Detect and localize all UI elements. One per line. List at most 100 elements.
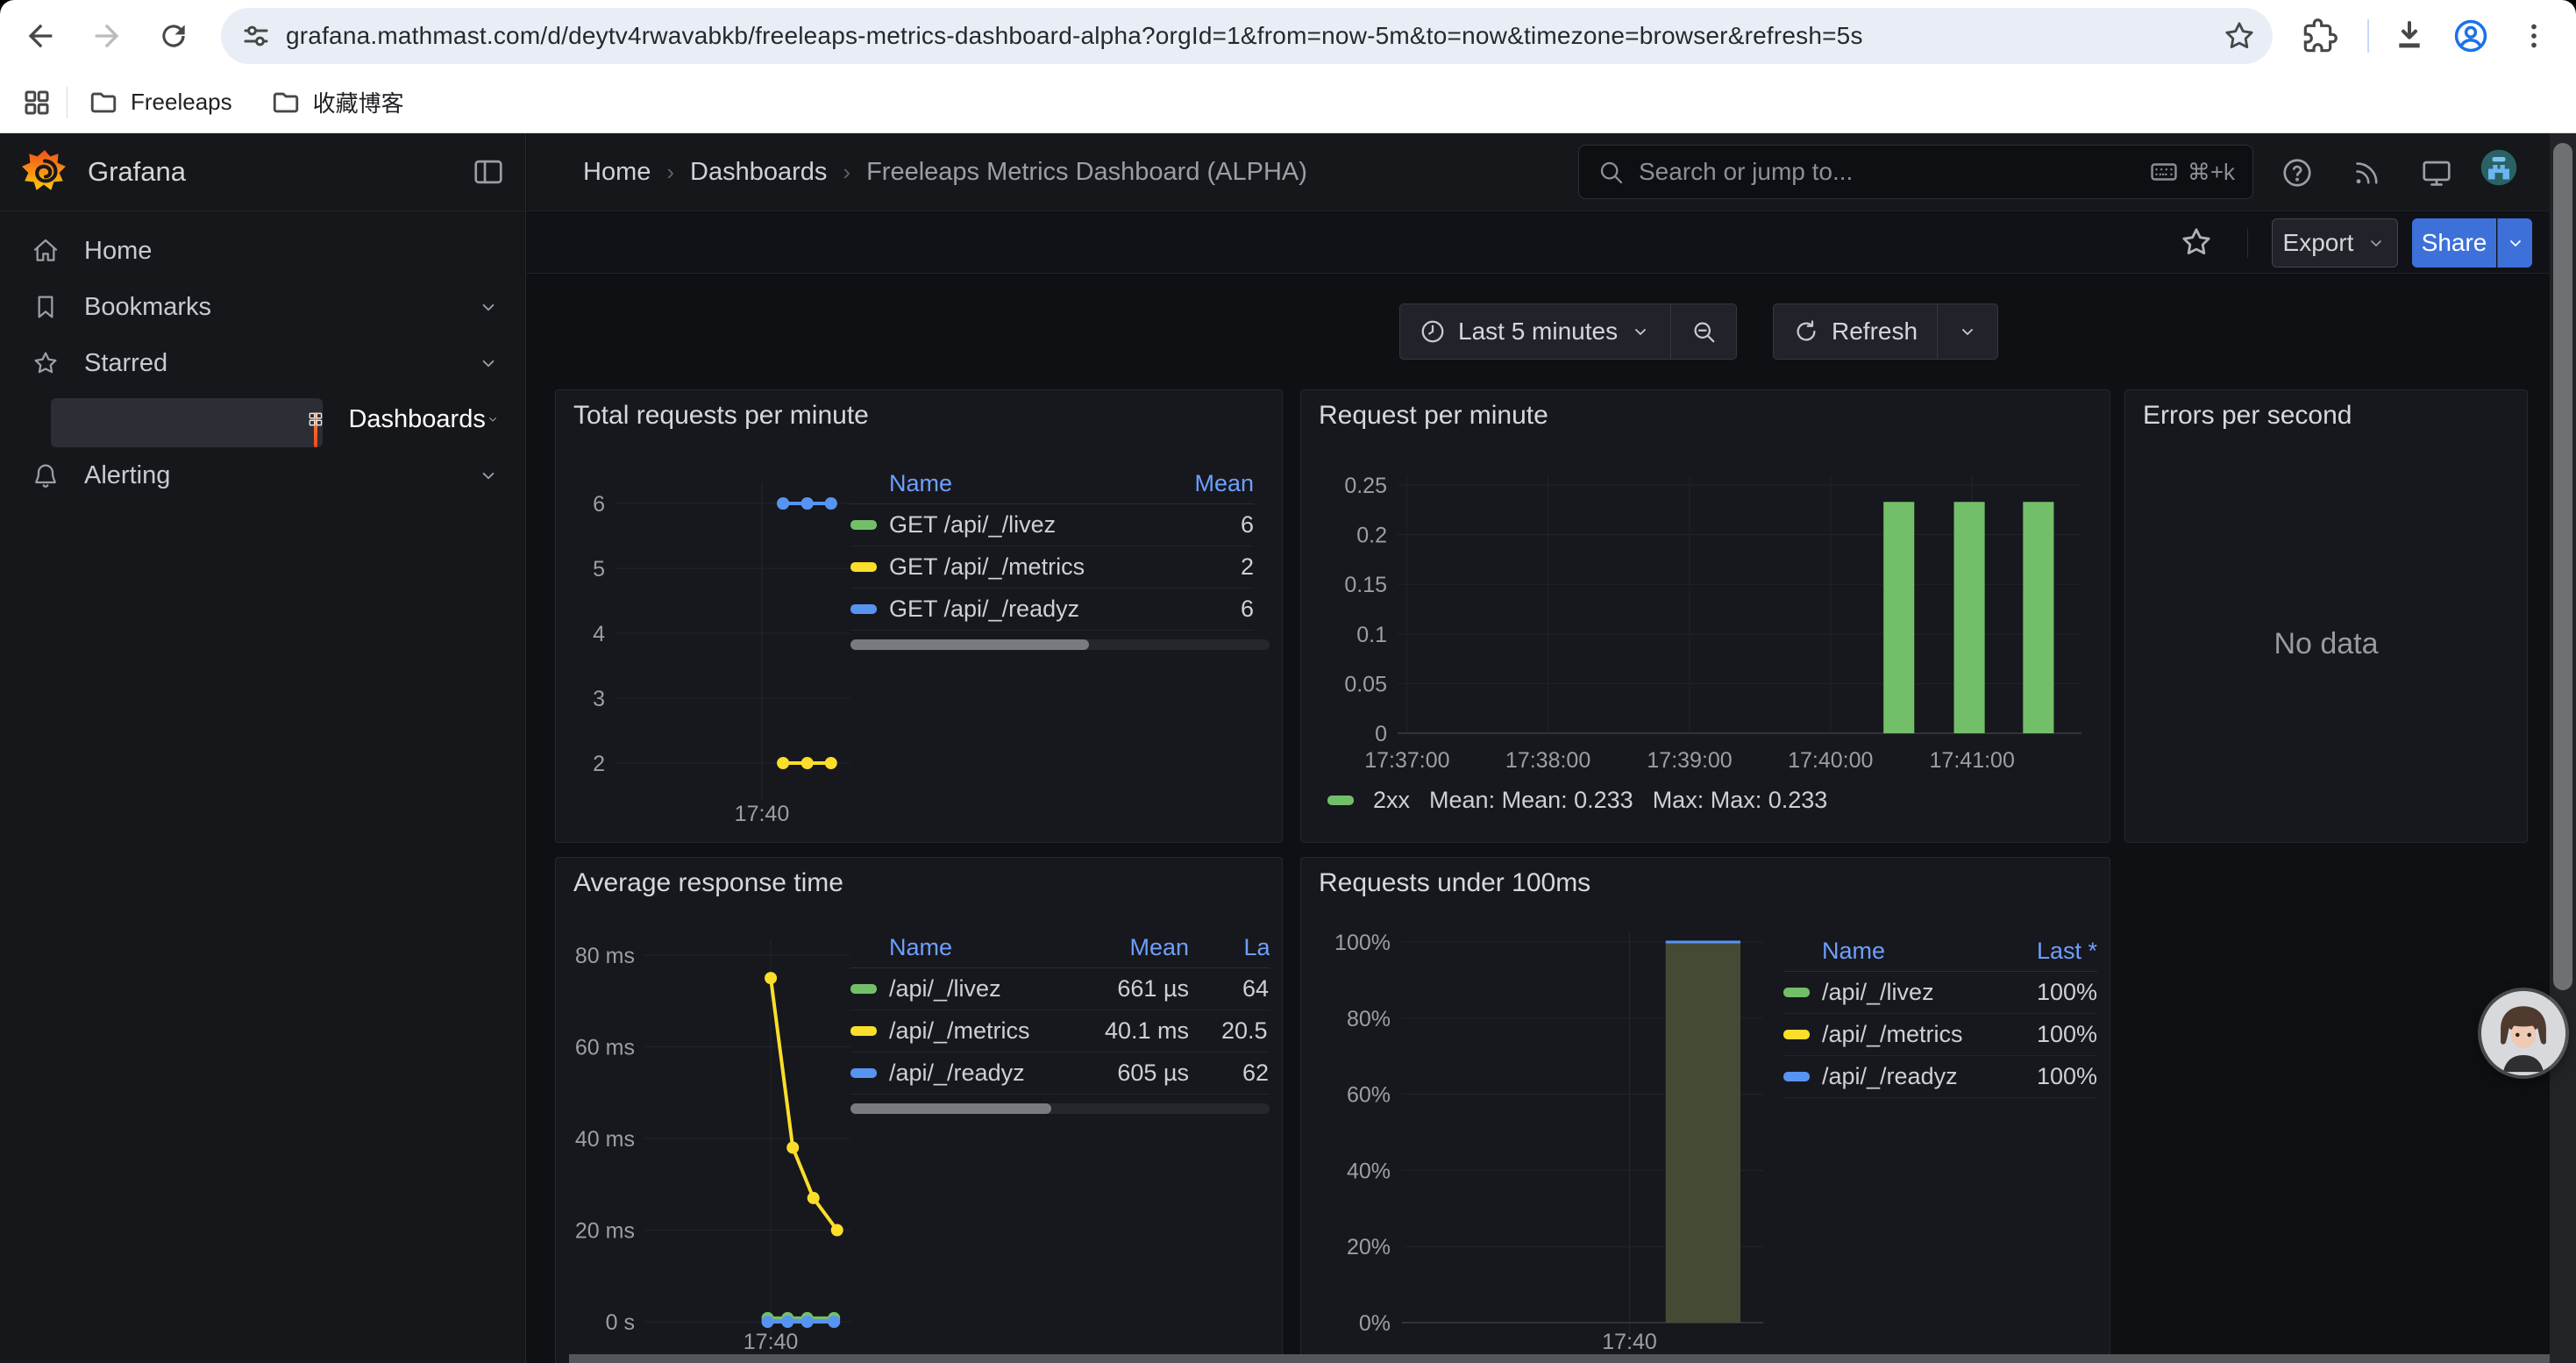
- bookmark-folder-blogs[interactable]: 收藏博客: [271, 86, 404, 118]
- legend-header-name[interactable]: Name: [889, 934, 1043, 961]
- breadcrumb-home[interactable]: Home: [583, 158, 651, 187]
- breadcrumb-separator: ›: [666, 159, 674, 186]
- legend-header-mean[interactable]: Mean: [1184, 470, 1254, 497]
- panel-title[interactable]: Total requests per minute: [573, 401, 869, 431]
- dashboard-toolbar: Export Share: [527, 212, 2576, 274]
- dock-menu-icon[interactable]: [472, 155, 505, 189]
- series-swatch: [850, 1068, 877, 1078]
- share-button[interactable]: Share: [2412, 218, 2496, 268]
- total-requests-chart[interactable]: 6543217:40: [561, 432, 856, 836]
- series-name[interactable]: /api/_/metrics: [1822, 1021, 2001, 1048]
- series-name[interactable]: GET /api/_/readyz: [889, 596, 1184, 623]
- url-bar[interactable]: grafana.mathmast.com/d/deytv4rwavabkb/fr…: [221, 8, 2273, 64]
- legend-header-name[interactable]: Name: [889, 470, 1184, 497]
- legend-row: /api/_/metrics 100%: [1783, 1014, 2097, 1056]
- series-name[interactable]: /api/_/readyz: [1822, 1063, 2001, 1090]
- dashboards-icon: [307, 405, 324, 433]
- breadcrumb-current: Freeleaps Metrics Dashboard (ALPHA): [866, 158, 1307, 187]
- legend-scrollbar[interactable]: [850, 1103, 1270, 1114]
- series-swatch: [850, 984, 877, 994]
- panel-request-per-minute: Request per minute 0.250.20.150.10.05017…: [1300, 389, 2110, 843]
- brand-title: Grafana: [88, 156, 472, 188]
- refresh-button[interactable]: Refresh: [1774, 304, 1937, 359]
- series-name[interactable]: GET /api/_/metrics: [889, 553, 1184, 581]
- user-avatar[interactable]: [2480, 149, 2517, 186]
- sidebar-header: Grafana: [0, 133, 526, 211]
- panel-title[interactable]: Requests under 100ms: [1319, 868, 1590, 898]
- legend-header-last[interactable]: Las: [1189, 934, 1270, 961]
- requests-under-100ms-chart[interactable]: 100%80%60%40%20%0%17:40: [1310, 900, 1783, 1363]
- extensions-icon[interactable]: [2301, 17, 2339, 55]
- help-icon[interactable]: [2279, 154, 2316, 191]
- chevron-down-icon[interactable]: [486, 408, 500, 431]
- grafana-logo[interactable]: [21, 148, 68, 196]
- series-name[interactable]: /api/_/livez: [889, 975, 1043, 1003]
- refresh-interval-button[interactable]: [1938, 304, 1997, 359]
- series-mean: 2: [1184, 553, 1254, 581]
- assistant-avatar-button[interactable]: [2481, 991, 2565, 1075]
- search-box[interactable]: ⌘+k: [1578, 145, 2253, 199]
- legend-header-mean[interactable]: Mean: [1043, 934, 1189, 961]
- sidebar-item-alerting[interactable]: Alerting: [0, 447, 526, 503]
- bookmark-star-icon[interactable]: [2222, 18, 2257, 54]
- horizontal-scrollbar[interactable]: [569, 1354, 2550, 1363]
- chevron-down-icon[interactable]: [477, 464, 500, 487]
- sidebar-item-label: Alerting: [84, 461, 477, 490]
- chevron-down-icon: [2366, 232, 2387, 253]
- url-text[interactable]: grafana.mathmast.com/d/deytv4rwavabkb/fr…: [286, 22, 2222, 50]
- legend-table: Name Mean Las /api/_/livez 661 µs 646 /a…: [850, 928, 1270, 1114]
- back-icon[interactable]: [21, 17, 60, 55]
- svg-text:17:40: 17:40: [1602, 1330, 1657, 1354]
- forward-icon[interactable]: [88, 17, 126, 55]
- panel-title[interactable]: Average response time: [573, 868, 843, 898]
- news-rss-icon[interactable]: [2348, 154, 2385, 191]
- series-name[interactable]: GET /api/_/livez: [889, 511, 1184, 539]
- downloads-icon[interactable]: [2390, 17, 2429, 55]
- series-last: 20.5 r: [1189, 1017, 1270, 1045]
- tv-kiosk-icon[interactable]: [2418, 154, 2455, 191]
- site-settings-icon[interactable]: [240, 20, 272, 52]
- profile-icon[interactable]: [2451, 17, 2490, 55]
- legend-header-last[interactable]: Last *: [2001, 938, 2097, 965]
- bookmark-label: 收藏博客: [313, 86, 404, 118]
- breadcrumb-dashboards[interactable]: Dashboards: [690, 158, 827, 187]
- request-per-minute-chart[interactable]: 0.250.20.150.10.05017:37:0017:38:0017:39…: [1310, 432, 2099, 783]
- legend-scrollbar[interactable]: [850, 639, 1270, 650]
- panel-title[interactable]: Request per minute: [1319, 401, 1548, 431]
- average-response-time-chart[interactable]: 80 ms60 ms40 ms20 ms0 s17:40: [561, 900, 856, 1363]
- apps-grid-icon[interactable]: [21, 87, 53, 118]
- series-max: Max: Max: 0.233: [1653, 787, 1828, 814]
- favorite-star-icon[interactable]: [2179, 225, 2214, 260]
- bookmark-folder-freeleaps[interactable]: Freeleaps: [89, 88, 232, 118]
- series-name[interactable]: /api/_/metrics: [889, 1017, 1043, 1045]
- share-menu-button[interactable]: [2497, 218, 2532, 268]
- svg-text:17:40: 17:40: [744, 1330, 799, 1354]
- legend-row: /api/_/readyz 100%: [1783, 1056, 2097, 1098]
- page-scrollbar-thumb[interactable]: [2553, 143, 2572, 990]
- svg-text:0.15: 0.15: [1344, 573, 1387, 597]
- series-name[interactable]: /api/_/readyz: [889, 1060, 1043, 1087]
- time-range-picker[interactable]: Last 5 minutes: [1400, 304, 1670, 359]
- toolbar-divider: [2247, 228, 2248, 258]
- legend-table: Name Mean GET /api/_/livez 6 GET /api/_/…: [850, 464, 1270, 650]
- sidebar-item-starred[interactable]: Starred: [0, 335, 526, 391]
- browser-menu-icon[interactable]: [2515, 17, 2553, 55]
- legend-header-name[interactable]: Name: [1822, 938, 2001, 965]
- series-name[interactable]: 2xx: [1373, 787, 1410, 814]
- sidebar-item-dashboards[interactable]: Dashboards: [0, 391, 526, 447]
- sidebar-item-bookmarks[interactable]: Bookmarks: [0, 279, 526, 335]
- svg-text:0 s: 0 s: [606, 1310, 635, 1335]
- sidebar-item-label: Dashboards: [348, 405, 485, 434]
- export-button[interactable]: Export: [2272, 218, 2398, 268]
- svg-text:5: 5: [593, 557, 605, 582]
- svg-text:17:37:00: 17:37:00: [1364, 748, 1449, 773]
- series-name[interactable]: /api/_/livez: [1822, 979, 2001, 1006]
- zoom-out-button[interactable]: [1671, 304, 1736, 359]
- search-input[interactable]: [1639, 158, 2135, 186]
- reload-icon[interactable]: [154, 17, 193, 55]
- panel-title[interactable]: Errors per second: [2143, 401, 2352, 431]
- chevron-down-icon[interactable]: [477, 296, 500, 318]
- sidebar-item-home[interactable]: Home: [0, 223, 526, 279]
- chevron-down-icon[interactable]: [477, 352, 500, 375]
- zoom-out-icon: [1690, 318, 1717, 345]
